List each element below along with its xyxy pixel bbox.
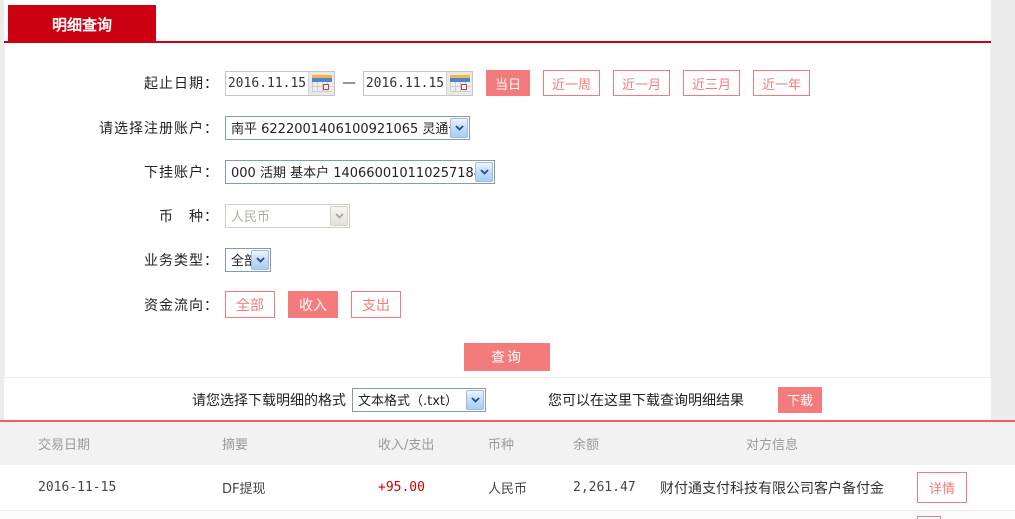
end-date-input[interactable]	[364, 75, 446, 91]
header-in-out: 收入/支出	[378, 438, 435, 453]
table-row-partial	[0, 511, 1015, 519]
query-button[interactable]: 查询	[464, 343, 550, 371]
quick-range-today-button[interactable]: 当日	[486, 70, 531, 96]
start-date-input[interactable]	[226, 75, 308, 91]
download-button[interactable]: 下载	[778, 386, 822, 413]
download-hint: 您可以在这里下载查询明细结果	[548, 392, 744, 409]
start-date-field[interactable]	[225, 70, 335, 96]
date-range-label: 起止日期：	[144, 76, 219, 92]
end-date-field[interactable]	[363, 70, 473, 96]
chevron-down-icon	[450, 117, 468, 138]
sub-account-row: 下挂账户： 000 活期 基本户 1406600101102571848	[5, 159, 990, 184]
header-currency: 币种	[488, 438, 515, 453]
query-button-row: 查询	[5, 343, 990, 371]
fund-flow-all-button[interactable]: 全部	[225, 291, 275, 318]
cell-amount: +95.00	[378, 480, 425, 495]
fund-flow-label: 资金流向：	[144, 297, 219, 314]
cell-balance: 2,261.47	[573, 480, 636, 495]
right-gutter	[991, 0, 1015, 420]
business-type-label: 业务类型：	[144, 252, 219, 269]
cell-date: 2016-11-15	[38, 480, 117, 495]
currency-value: 人民币	[231, 210, 271, 225]
fund-flow-row: 资金流向： 全部 收入 支出	[5, 291, 990, 318]
header-summary: 摘要	[222, 438, 249, 453]
register-account-value: 南平 6222001406100921065 灵通卡	[231, 122, 450, 137]
query-form-panel: 起止日期： — 当日	[4, 43, 991, 378]
tab-detail-query[interactable]: 明细查询	[8, 5, 156, 43]
download-format-label: 请您选择下载明细的格式	[192, 392, 346, 409]
business-type-row: 业务类型： 全部	[5, 247, 990, 272]
register-account-label: 请选择注册账户：	[99, 120, 219, 137]
currency-select: 人民币	[225, 203, 350, 228]
fund-flow-income-button[interactable]: 收入	[288, 291, 338, 318]
table-row: 2016-11-15 DF提现 +95.00 人民币 2,261.47 财付通支…	[0, 465, 1015, 511]
download-format-select[interactable]: 文本格式（.txt）	[352, 387, 486, 412]
sub-account-select[interactable]: 000 活期 基本户 1406600101102571848	[225, 159, 495, 184]
sub-account-value: 000 活期 基本户 1406600101102571848	[231, 166, 475, 181]
quick-range-quarter-button[interactable]: 近三月	[683, 70, 741, 96]
start-date-calendar-button[interactable]	[308, 71, 334, 95]
date-range-row: 起止日期： — 当日	[5, 70, 990, 96]
results-table: 交易日期 摘要 收入/支出 币种 余额 对方信息 2016-11-15 DF提现…	[0, 420, 1015, 519]
chevron-down-icon	[475, 161, 493, 182]
currency-label: 币 种：	[159, 208, 219, 225]
header-date: 交易日期	[38, 438, 91, 453]
quick-range-week-button[interactable]: 近一周	[543, 70, 601, 96]
header-counterparty: 对方信息	[746, 438, 799, 453]
cell-summary: DF提现	[222, 482, 266, 497]
cell-currency: 人民币	[488, 482, 528, 497]
detail-button[interactable]: 详情	[917, 472, 968, 503]
sub-account-label: 下挂账户：	[144, 164, 219, 181]
register-account-select[interactable]: 南平 6222001406100921065 灵通卡	[225, 115, 470, 140]
cell-counterparty: 财付通支付科技有限公司客户备付金	[660, 480, 884, 497]
calendar-icon	[311, 74, 332, 92]
fund-flow-expense-button[interactable]: 支出	[351, 291, 401, 318]
detail-query-page: 明细查询 起止日期： —	[0, 0, 1015, 519]
chevron-down-icon	[466, 389, 484, 410]
header-balance: 余额	[573, 438, 600, 453]
chevron-down-icon	[251, 249, 269, 270]
register-account-row: 请选择注册账户： 南平 6222001406100921065 灵通卡	[5, 115, 990, 140]
calendar-icon	[449, 74, 470, 92]
chevron-down-icon	[330, 205, 348, 226]
quick-range-month-button[interactable]: 近一月	[613, 70, 671, 96]
end-date-calendar-button[interactable]	[446, 71, 472, 95]
business-type-value: 全部	[231, 254, 251, 269]
download-format-value: 文本格式（.txt）	[358, 394, 459, 409]
table-header-row: 交易日期 摘要 收入/支出 币种 余额 对方信息	[0, 422, 1015, 465]
quick-range-year-button[interactable]: 近一年	[753, 70, 811, 96]
tab-label: 明细查询	[51, 15, 112, 34]
currency-row: 币 种： 人民币	[5, 203, 990, 228]
business-type-select[interactable]: 全部	[225, 247, 271, 272]
date-separator: —	[342, 75, 356, 91]
download-section: 请您选择下载明细的格式 文本格式（.txt） 您可以在这里下载查询明细结果 下载	[4, 379, 991, 420]
